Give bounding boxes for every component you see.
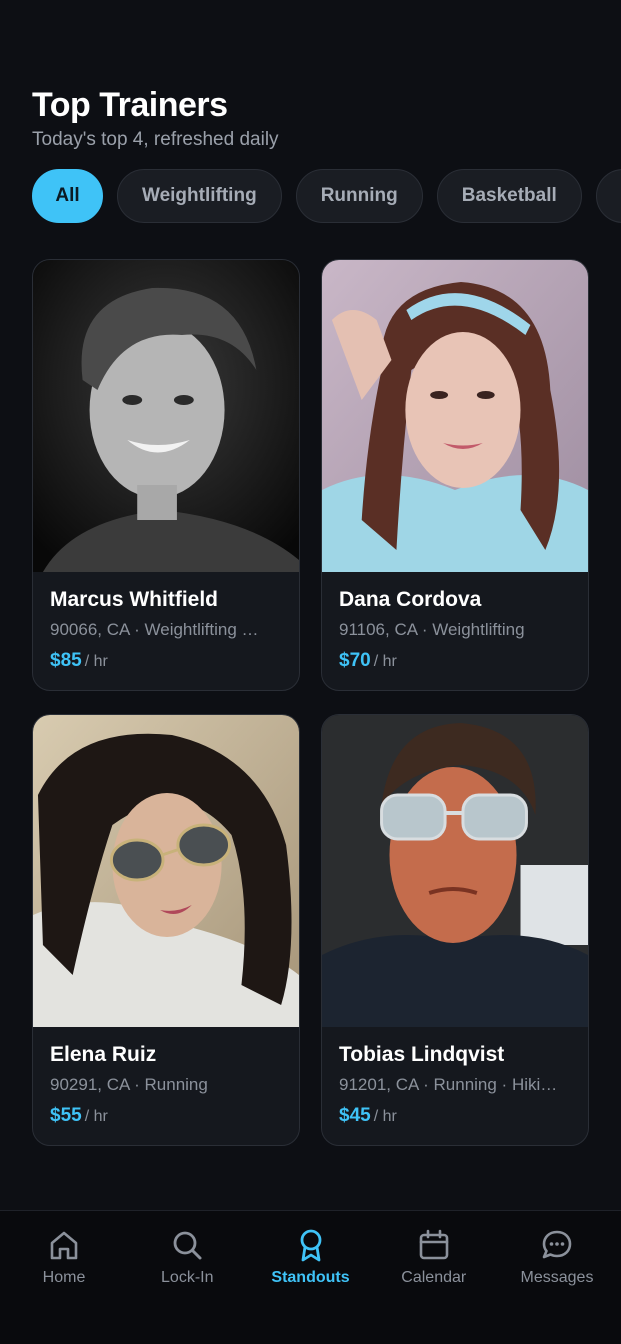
bottom-tab-bar: Home Lock-In Standouts Calendar Messages [0,1210,621,1344]
page-subtitle: Today's top 4, refreshed daily [32,129,279,150]
trainer-photo [322,260,588,572]
filter-chip-weightlifting[interactable]: Weightlifting [117,169,282,223]
tab-label: Lock-In [161,1269,214,1286]
trainer-portrait-image [322,715,588,1027]
calendar-icon [419,1229,449,1260]
trainer-rate: $70/ hr [339,650,571,672]
rate-value: $70 [339,650,371,671]
chat-icon [542,1230,572,1259]
trainer-rate: $55/ hr [50,1105,282,1127]
tab-home[interactable]: Home [12,1211,116,1344]
trainer-photo [33,260,299,572]
tab-calendar[interactable]: Calendar [382,1211,486,1344]
tab-label: Messages [520,1269,594,1286]
tab-label: Calendar [401,1269,467,1286]
header: Top Trainers Today's top 4, refreshed da… [32,86,279,151]
rate-unit: / hr [84,1108,108,1125]
trainer-portrait-image [33,260,299,572]
trainer-portrait-image [322,260,588,572]
rate-value: $55 [50,1105,82,1126]
trainer-portrait-image [33,715,299,1027]
top-trainers-screen: Top Trainers Today's top 4, refreshed da… [0,0,621,1344]
rate-unit: / hr [373,1108,397,1125]
trainer-name: Marcus Whitfield [50,588,219,611]
category-filter-chips: All Weightlifting Running Basketball S [32,169,621,223]
filter-chip-all[interactable]: All [32,169,103,223]
filter-chip-partial[interactable]: S [595,169,621,223]
rate-unit: / hr [373,653,397,670]
search-icon [173,1231,202,1260]
rate-value: $85 [50,650,82,671]
trainer-photo [322,715,588,1027]
trainer-card[interactable]: Marcus Whitfield 90066, CA · Weightlifti… [32,259,300,691]
trainer-location-specialty: 90291, CA · Running [50,1075,208,1094]
award-icon [300,1229,321,1262]
tab-messages[interactable]: Messages [505,1211,609,1344]
trainer-photo [33,715,299,1027]
rate-unit: / hr [84,653,108,670]
trainer-name: Dana Cordova [339,588,482,611]
trainer-rate: $85/ hr [50,650,282,672]
tab-label: Home [42,1269,86,1286]
trainer-card[interactable]: Dana Cordova 91106, CA · Weightlifting $… [321,259,589,691]
trainer-name: Tobias Lindqvist [339,1043,505,1066]
trainer-location-specialty: 91106, CA · Weightlifting [339,620,525,639]
trainer-location-specialty: 90066, CA · Weightlifting … [50,620,259,639]
tab-lock-in[interactable]: Lock-In [135,1211,239,1344]
filter-chip-basketball[interactable]: Basketball [436,169,582,223]
filter-chip-running[interactable]: Running [295,169,423,223]
home-icon [50,1231,78,1260]
trainer-location-specialty: 91201, CA · Running · Hiki… [339,1075,558,1094]
tab-label: Standouts [271,1269,350,1286]
rate-value: $45 [339,1105,371,1126]
page-title: Top Trainers [32,86,228,124]
trainer-card[interactable]: Elena Ruiz 90291, CA · Running $55/ hr [32,714,300,1146]
tab-standouts[interactable]: Standouts [259,1211,363,1344]
trainer-rate: $45/ hr [339,1105,571,1127]
trainer-card[interactable]: Tobias Lindqvist 91201, CA · Running · H… [321,714,589,1146]
trainer-name: Elena Ruiz [50,1043,157,1066]
